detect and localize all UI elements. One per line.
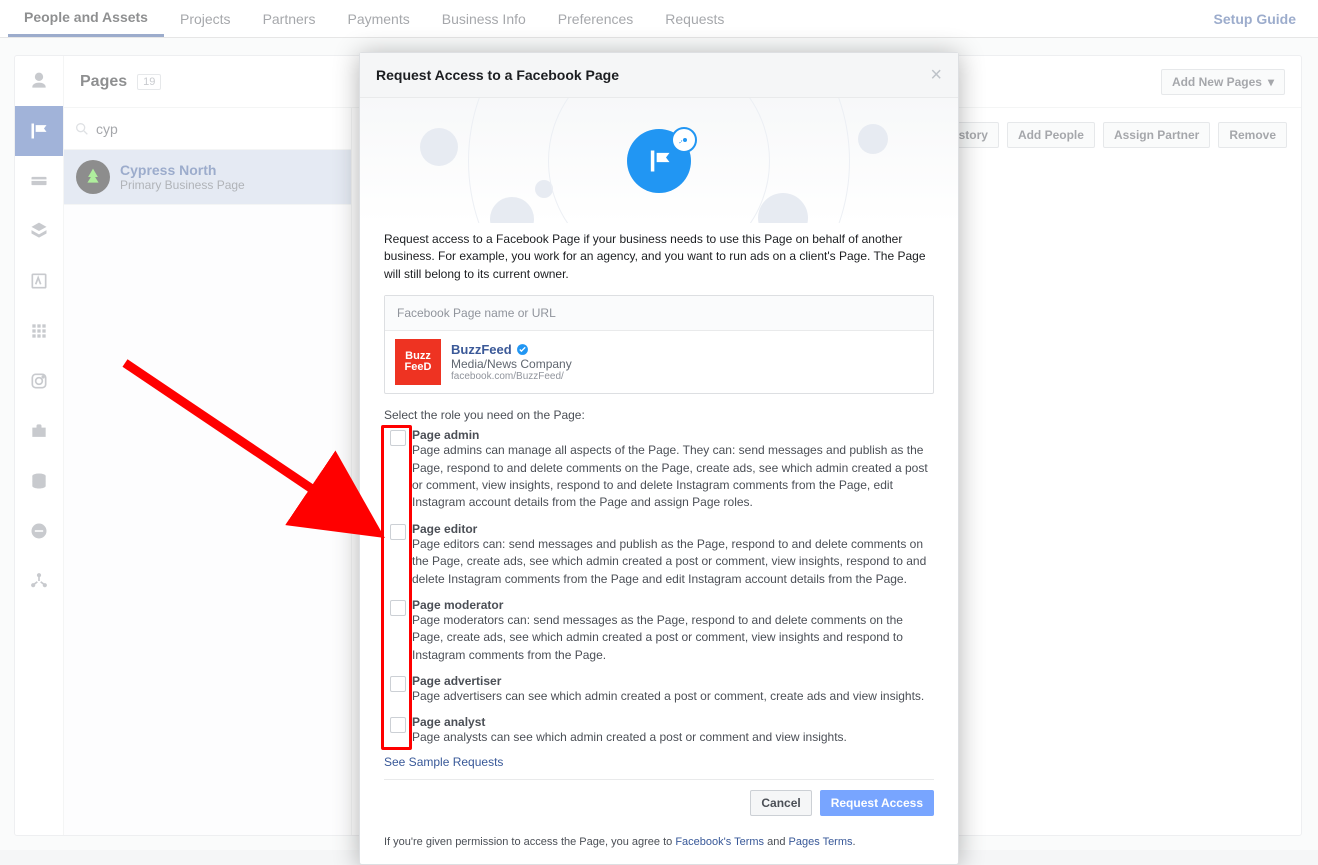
request-access-modal: Request Access to a Facebook Page × Requ…: [359, 52, 959, 865]
selected-page-name: BuzzFeed: [451, 342, 512, 357]
role-row: Page analyst Page analysts can see which…: [384, 715, 934, 746]
close-icon[interactable]: ×: [930, 65, 942, 85]
page-selector-box: Buzz FeeD BuzzFeed Media/News Company fa…: [384, 295, 934, 394]
role-title: Page analyst: [412, 715, 847, 729]
roles-list: Page admin Page admins can manage all as…: [384, 428, 934, 747]
modal-hero: [360, 98, 958, 223]
role-row: Page moderator Page moderators can: send…: [384, 598, 934, 664]
role-checkbox-editor[interactable]: [390, 524, 406, 540]
role-desc: Page advertisers can see which admin cre…: [412, 688, 924, 705]
role-checkbox-moderator[interactable]: [390, 600, 406, 616]
page-name-input[interactable]: [385, 296, 933, 331]
role-title: Page moderator: [412, 598, 934, 612]
select-role-label: Select the role you need on the Page:: [384, 408, 934, 422]
role-title: Page admin: [412, 428, 934, 442]
selected-page-url: facebook.com/BuzzFeed/: [451, 371, 572, 382]
agreement-text: If you're given permission to access the…: [384, 836, 934, 848]
modal-body: Request access to a Facebook Page if you…: [360, 223, 958, 864]
role-desc: Page editors can: send messages and publ…: [412, 536, 934, 588]
modal-header: Request Access to a Facebook Page ×: [360, 53, 958, 98]
role-checkbox-analyst[interactable]: [390, 717, 406, 733]
role-desc: Page moderators can: send messages as th…: [412, 612, 934, 664]
verified-badge-icon: [516, 343, 529, 356]
role-row: Page admin Page admins can manage all as…: [384, 428, 934, 512]
role-row: Page advertiser Page advertisers can see…: [384, 674, 934, 705]
flag-icon: [627, 129, 691, 193]
modal-title: Request Access to a Facebook Page: [376, 67, 619, 83]
modal-intro: Request access to a Facebook Page if you…: [384, 231, 934, 283]
selected-page[interactable]: Buzz FeeD BuzzFeed Media/News Company fa…: [385, 331, 933, 393]
modal-footer: Cancel Request Access: [384, 779, 934, 826]
key-icon: [671, 127, 697, 153]
facebook-terms-link[interactable]: Facebook's Terms: [675, 836, 764, 848]
role-title: Page editor: [412, 522, 934, 536]
request-access-button[interactable]: Request Access: [820, 790, 934, 816]
role-checkbox-advertiser[interactable]: [390, 676, 406, 692]
see-sample-requests-link[interactable]: See Sample Requests: [384, 755, 503, 769]
page-thumbnail: Buzz FeeD: [395, 339, 441, 385]
role-checkbox-admin[interactable]: [390, 430, 406, 446]
role-desc: Page admins can manage all aspects of th…: [412, 442, 934, 512]
role-title: Page advertiser: [412, 674, 924, 688]
role-desc: Page analysts can see which admin create…: [412, 729, 847, 746]
pages-terms-link[interactable]: Pages Terms: [789, 836, 853, 848]
cancel-button[interactable]: Cancel: [750, 790, 811, 816]
selected-page-category: Media/News Company: [451, 357, 572, 371]
role-row: Page editor Page editors can: send messa…: [384, 522, 934, 588]
